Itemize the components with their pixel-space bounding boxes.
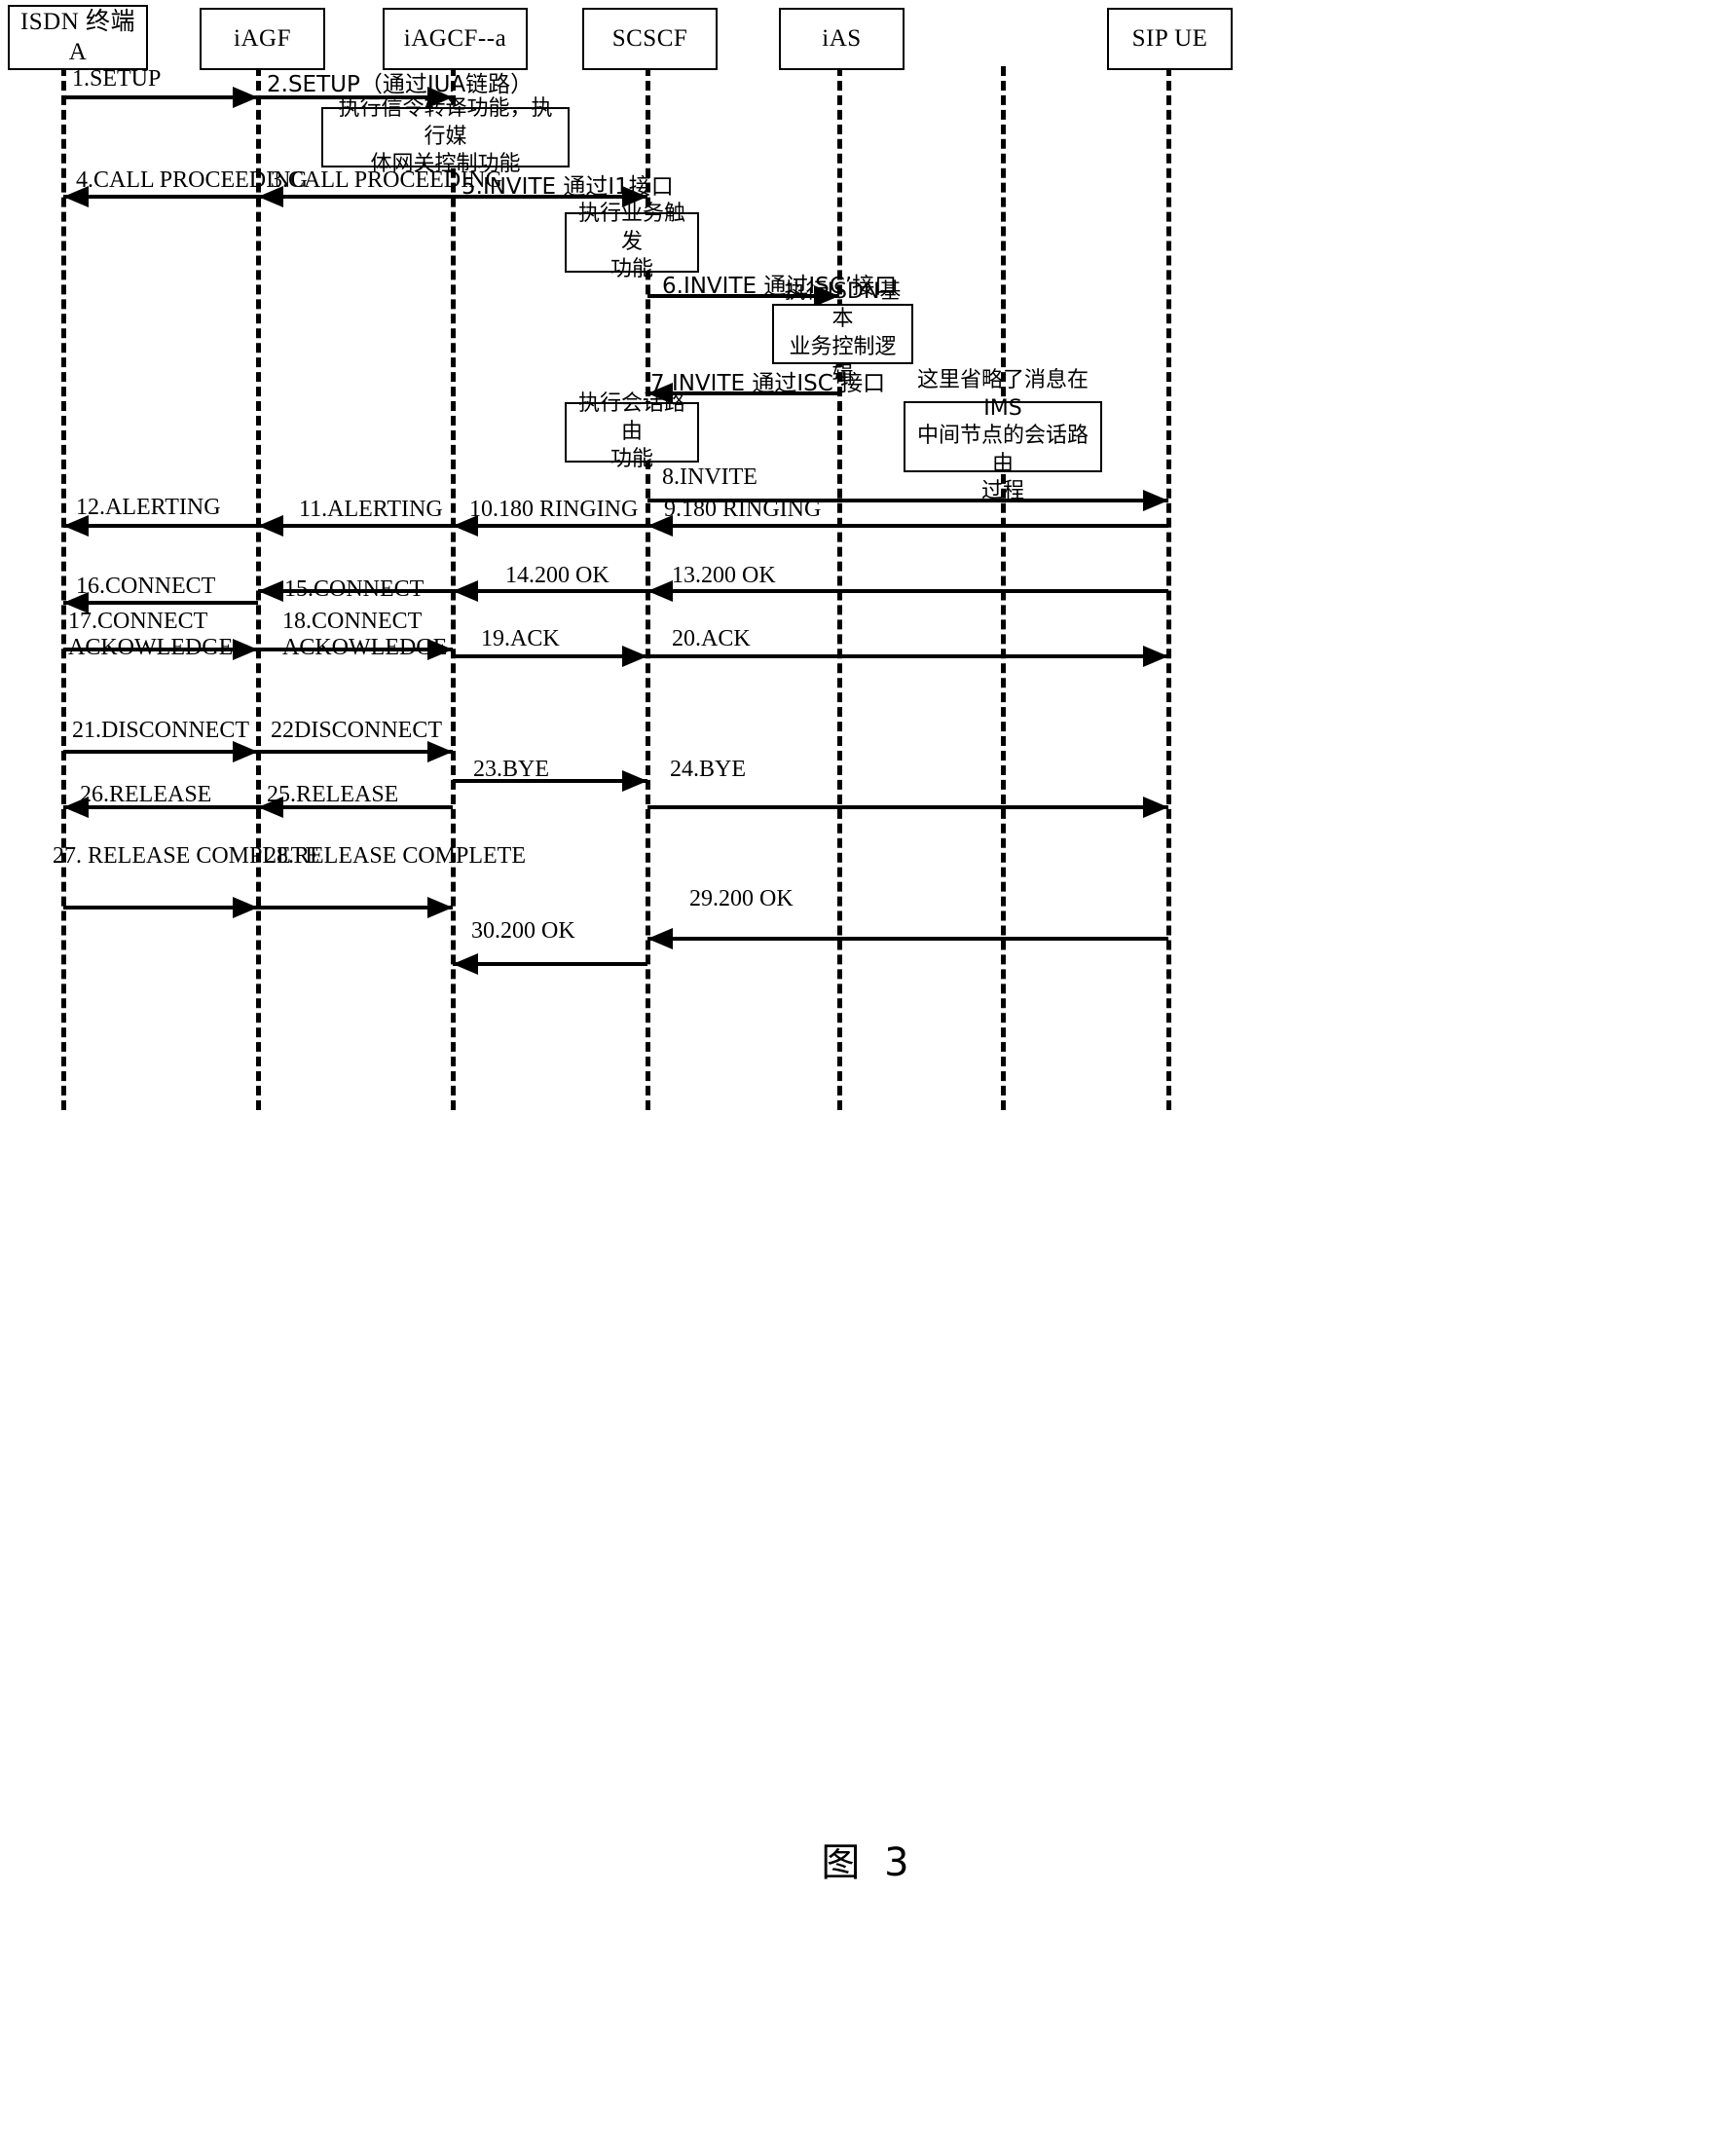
note-iagcf-translate: 执行信令转译功能，执行媒 体网关控制功能 (321, 96, 570, 176)
figure-caption: 图 3 (821, 1840, 915, 1885)
message-label-23: 23.BYE (473, 757, 549, 782)
message-label-30: 30.200 OK (471, 918, 575, 944)
message-label-13: 13.200 OK (672, 563, 776, 588)
message-arrow-22 (258, 750, 453, 754)
message-label-20: 20.ACK (672, 626, 751, 651)
message-arrow-3 (258, 195, 453, 199)
note-scscf-routing: 执行会话路由 功能 (565, 391, 699, 471)
message-arrow-28 (258, 906, 453, 909)
arrowhead-right-icon (233, 741, 258, 762)
arrowhead-right-icon (233, 87, 258, 108)
message-arrow-1 (63, 95, 258, 99)
arrowhead-right-icon (622, 770, 647, 792)
participant-box-sip-ue: SIP UE (1107, 8, 1233, 70)
participant-label: iAS (822, 24, 862, 52)
participant-label: SCSCF (611, 24, 688, 52)
message-label-16: 16.CONNECT (76, 574, 216, 599)
participant-box-iagcf-a: iAGCF--a (383, 8, 528, 70)
message-arrow-24 (647, 805, 1168, 809)
message-label-15: 15.CONNECT (284, 576, 425, 602)
arrowhead-left-icon (258, 515, 283, 537)
lifeline-isdn-a (61, 66, 66, 1110)
participant-box-iagf: iAGF (200, 8, 325, 70)
message-arrow-27 (63, 906, 258, 909)
arrowhead-left-icon (453, 953, 478, 975)
arrowhead-right-icon (427, 897, 453, 918)
lifeline-ias (837, 66, 842, 1110)
arrowhead-right-icon (1143, 490, 1168, 511)
message-label-9: 9.180 RINGING (664, 497, 822, 522)
message-label-28: 28.RELEASE COMPLETE (265, 843, 526, 869)
message-label-24: 24.BYE (670, 757, 746, 782)
note-text: 这里省略了消息在IMS 中间节点的会话路由 过程 (916, 368, 1089, 504)
message-label-26: 26.RELEASE (80, 782, 212, 807)
message-label-7: 7.INVITE 通过ISC’接口 (650, 371, 886, 396)
participant-label: SIP UE (1131, 24, 1208, 52)
arrowhead-left-icon (453, 580, 478, 602)
message-label-6: 6.INVITE 通过ISC’接口 (662, 274, 898, 299)
message-label-22: 22DISCONNECT (271, 718, 443, 743)
message-arrow-29 (647, 937, 1168, 941)
participant-label: ISDN 终端 A (19, 9, 136, 65)
message-label-12: 12.ALERTING (76, 495, 221, 520)
message-label-21: 21.DISCONNECT (72, 718, 250, 743)
message-label-5: 5.INVITE 通过I1接口 (462, 174, 674, 200)
arrowhead-left-icon (258, 580, 283, 602)
message-arrow-10 (453, 524, 647, 528)
message-label-2: 2.SETUP（通过IUA链路） (267, 72, 534, 97)
message-label-25: 25.RELEASE (267, 782, 399, 807)
sequence-diagram-page: ISDN 终端 A iAGF iAGCF--a SCSCF iAS SIP UE 1.SE… (0, 0, 1736, 2153)
arrowhead-right-icon (1143, 646, 1168, 667)
note-text: 执行会话路由 功能 (577, 391, 685, 472)
message-arrow-20 (647, 654, 1168, 658)
lifeline-mid (1001, 66, 1006, 1110)
note-ims-omitted: 这里省略了消息在IMS 中间节点的会话路由 过程 (904, 368, 1102, 503)
participant-box-isdn-a: ISDN 终端 A (8, 5, 148, 70)
message-label-1: 1.SETUP (72, 66, 162, 92)
note-scscf-trigger: 执行业务触发 功能 (565, 202, 699, 281)
arrowhead-left-icon (647, 928, 673, 949)
message-label-29: 29.200 OK (689, 886, 794, 911)
message-label-8: 8.INVITE (662, 464, 757, 490)
message-label-19: 19.ACK (481, 626, 560, 651)
participant-box-ias: iAS (779, 8, 905, 70)
message-arrow-19 (453, 654, 647, 658)
message-label-18: 18.CONNECT ACKOWLEDGE (282, 609, 448, 660)
message-label-10: 10.180 RINGING (469, 497, 639, 522)
participant-box-scscf: SCSCF (582, 8, 718, 70)
arrowhead-right-icon (622, 646, 647, 667)
lifeline-sip-ue (1166, 66, 1171, 1110)
message-arrow-16 (63, 601, 258, 605)
participant-label: iAGF (234, 24, 291, 52)
message-arrow-30 (453, 962, 647, 966)
message-label-14: 14.200 OK (505, 563, 609, 588)
arrowhead-right-icon (427, 741, 453, 762)
message-arrow-14 (453, 589, 647, 593)
message-label-17: 17.CONNECT ACKOWLEDGE (68, 609, 234, 660)
participant-label: iAGCF--a (403, 24, 507, 52)
message-arrow-11 (258, 524, 453, 528)
note-ias-isdn-logic: 执行ISDN基本 业务控制逻辑 (772, 279, 913, 388)
arrowhead-left-icon (647, 580, 673, 602)
message-arrow-12 (63, 524, 258, 528)
arrowhead-right-icon (1143, 797, 1168, 818)
message-arrow-13 (647, 589, 1168, 593)
message-arrow-21 (63, 750, 258, 754)
message-label-11: 11.ALERTING (299, 497, 443, 522)
arrowhead-right-icon (233, 639, 258, 660)
message-arrow-4 (63, 195, 258, 199)
message-arrow-9 (647, 524, 1168, 528)
arrowhead-right-icon (233, 897, 258, 918)
